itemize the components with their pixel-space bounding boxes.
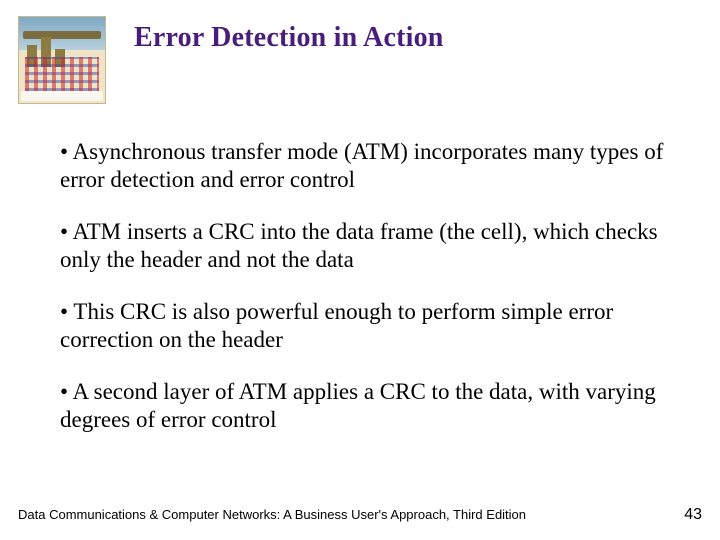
slide-footer: Data Communications & Computer Networks:… <box>18 506 702 524</box>
bullet-item: Asynchronous transfer mode (ATM) incorpo… <box>60 138 664 194</box>
bullet-item: This CRC is also powerful enough to perf… <box>60 298 664 354</box>
page-number: 43 <box>684 506 702 524</box>
slide-header: Error Detection in Action <box>0 0 720 104</box>
slide-body: Asynchronous transfer mode (ATM) incorpo… <box>0 104 720 434</box>
footer-text: Data Communications & Computer Networks:… <box>18 507 526 522</box>
bullet-item: ATM inserts a CRC into the data frame (t… <box>60 218 664 274</box>
book-cover-thumbnail <box>18 16 106 104</box>
slide-title: Error Detection in Action <box>134 22 444 54</box>
bullet-item: A second layer of ATM applies a CRC to t… <box>60 378 664 434</box>
